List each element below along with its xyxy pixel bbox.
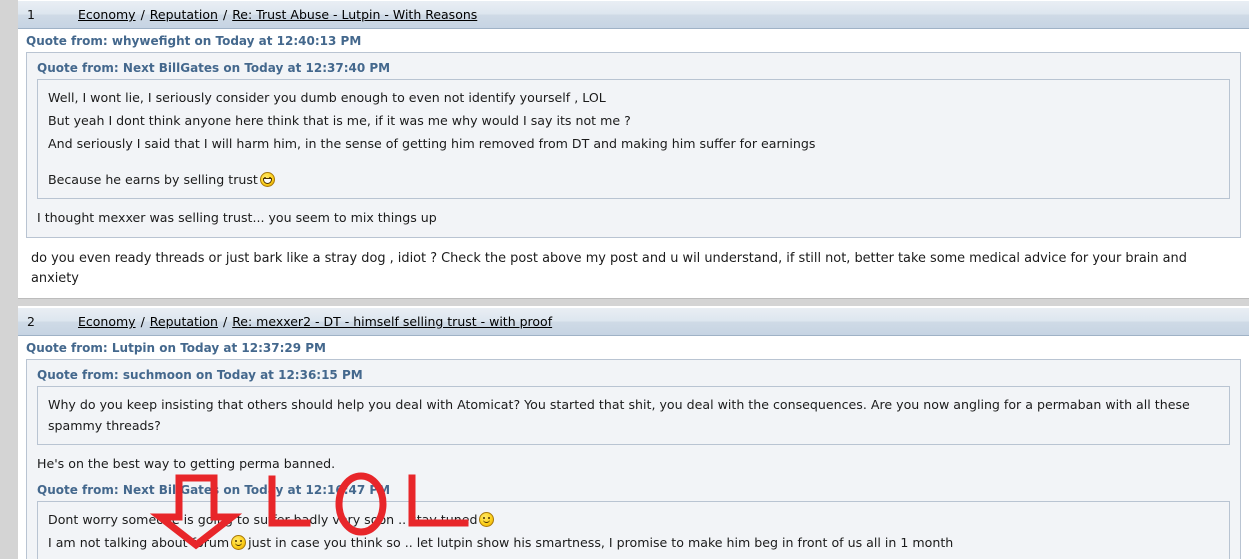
post-1-outer-quote-line: I thought mexxer was selling trust... yo… (37, 210, 437, 225)
post-1-inner-quote-blank (48, 155, 1219, 168)
post-2-billgates-quote-line-2-text-b: just in case you think so .. let lutpin … (248, 535, 954, 550)
post-1-outer-quote-header[interactable]: Quote from: whywefight on Today at 12:40… (26, 29, 1241, 52)
post-1-number: 1 (27, 7, 35, 22)
post-2-suchmoon-quote-header[interactable]: Quote from: suchmoon on Today at 12:36:1… (37, 366, 1230, 386)
post-2-billgates-quote-line-1-text: Dont worry someone is going to suffer ba… (48, 512, 478, 527)
grin-emoji-icon (259, 172, 275, 187)
post-1-quote-wrapper: Quote from: whywefight on Today at 12:40… (18, 29, 1249, 298)
post-2-suchmoon-quote-line: Why do you keep insisting that others sh… (48, 397, 1194, 433)
forum-page-screenshot: 1 Economy / Reputation / Re: Trust Abuse… (0, 0, 1249, 559)
post-1-breadcrumb-sep-2: / (222, 7, 228, 22)
post-2-breadcrumb-sep-1: / (140, 314, 145, 329)
post-2-breadcrumb-board[interactable]: Economy (78, 314, 136, 329)
post-1-outer-quote-box: Quote from: Next BillGates on Today at 1… (26, 52, 1241, 238)
post-2-quote-wrapper: Quote from: Lutpin on Today at 12:37:29 … (18, 336, 1249, 559)
post-2-outer-quote-header[interactable]: Quote from: Lutpin on Today at 12:37:29 … (26, 336, 1241, 359)
post-2-breadcrumb: Economy / Reputation / Re: mexxer2 - DT … (78, 314, 552, 329)
post-1-inner-quote-header[interactable]: Quote from: Next BillGates on Today at 1… (37, 59, 1230, 79)
post-2-lutpin-quote-line: He's on the best way to getting perma ba… (37, 456, 336, 471)
post-2-header: 2 Economy / Reputation / Re: mexxer2 - D… (18, 307, 1249, 336)
post-1-text: do you even ready threads or just bark l… (31, 251, 1187, 286)
forum-content-area: 1 Economy / Reputation / Re: Trust Abuse… (18, 0, 1249, 559)
post-2-suchmoon-quote-box: Why do you keep insisting that others sh… (37, 386, 1230, 445)
post-1-breadcrumb-board[interactable]: Economy (78, 7, 136, 22)
post-1-breadcrumb-section[interactable]: Reputation (150, 7, 218, 22)
post-2-breadcrumb-topic[interactable]: Re: mexxer2 - DT - himself selling trust… (232, 314, 552, 329)
post-2-number: 2 (27, 314, 35, 329)
rolleyes-emoji-icon (479, 512, 495, 527)
post-2-breadcrumb-sep-2: / (222, 314, 228, 329)
post-2: 2 Economy / Reputation / Re: mexxer2 - D… (18, 307, 1249, 559)
post-2-body: Quote from: Lutpin on Today at 12:37:29 … (18, 336, 1249, 559)
post-separator (18, 298, 1249, 307)
post-2-billgates-quote-line-2: I am not talking about forum just in case… (48, 531, 1219, 554)
post-1: 1 Economy / Reputation / Re: Trust Abuse… (18, 0, 1249, 298)
post-1-breadcrumb-topic[interactable]: Re: Trust Abuse - Lutpin - With Reasons (232, 7, 477, 22)
post-2-billgates-quote-box: Dont worry someone is going to suffer ba… (37, 501, 1230, 559)
post-1-inner-quote-line-2: But yeah I dont think anyone here think … (48, 113, 631, 128)
post-2-billgates-quote-line-1: Dont worry someone is going to suffer ba… (48, 508, 1219, 531)
rolleyes-emoji-icon (231, 535, 247, 550)
post-2-outer-quote-box: Quote from: suchmoon on Today at 12:36:1… (26, 359, 1241, 559)
post-1-inner-quote-line-4: Because he earns by selling trust (48, 168, 1219, 191)
post-1-inner-quote-box: Well, I wont lie, I seriously consider y… (37, 79, 1230, 199)
post-2-billgates-quote-line-2-text-a: I am not talking about forum (48, 535, 230, 550)
post-1-breadcrumb-sep-1: / (140, 7, 145, 22)
post-1-body: Quote from: whywefight on Today at 12:40… (18, 29, 1249, 298)
post-1-header: 1 Economy / Reputation / Re: Trust Abuse… (18, 0, 1249, 29)
left-gutter (0, 0, 18, 559)
post-2-billgates-quote-header[interactable]: Quote from: Next BillGates on Today at 1… (37, 478, 1230, 501)
post-1-inner-quote-line-4-text: Because he earns by selling trust (48, 172, 258, 187)
post-1-breadcrumb: Economy / Reputation / Re: Trust Abuse -… (78, 7, 477, 22)
post-2-breadcrumb-section[interactable]: Reputation (150, 314, 218, 329)
post-1-inner-quote-line-1: Well, I wont lie, I seriously consider y… (48, 90, 606, 105)
post-1-inner-quote-line-3: And seriously I said that I will harm hi… (48, 136, 816, 151)
